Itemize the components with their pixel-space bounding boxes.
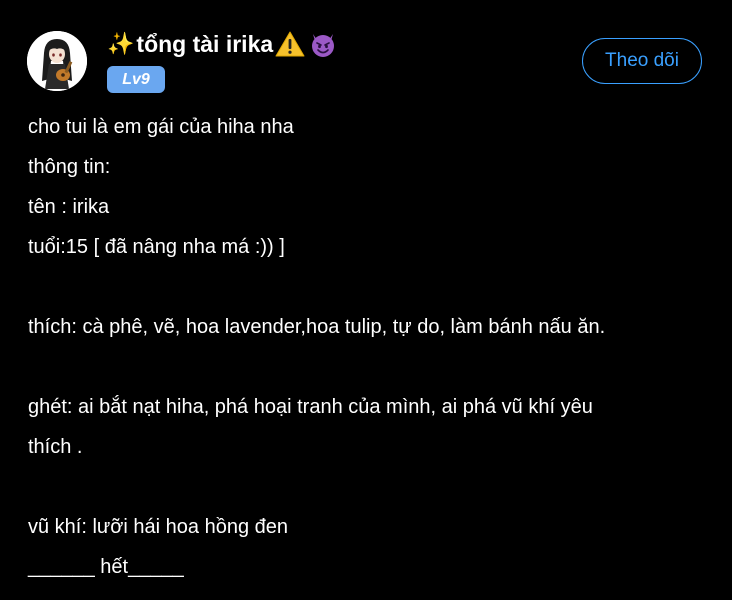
anime-girl-avatar-icon (27, 31, 87, 91)
post-line: tuổi:15 [ đã nâng nha má :)) ] (28, 236, 285, 258)
level-badge: Lv9 (107, 66, 165, 93)
sparkles-icon: ✨ (107, 31, 135, 56)
post-line (28, 267, 718, 307)
post-line: thích . (28, 436, 83, 458)
username[interactable]: ✨ tổng tài irika (107, 26, 337, 62)
post-line (28, 467, 718, 507)
post-line: thông tin: (28, 156, 111, 178)
post-line (28, 347, 718, 387)
follow-button[interactable]: Theo dõi (582, 38, 702, 84)
post-line: vũ khí: lưỡi hái hoa hồng đen (28, 516, 289, 538)
warning-icon (275, 31, 305, 57)
post-line: tên : irika (28, 196, 110, 218)
post-line: thích: cà phê, vẽ, hoa lavender,hoa tuli… (28, 316, 606, 338)
avatar[interactable] (27, 31, 87, 91)
devil-face-icon (312, 34, 335, 57)
post-line: ghét: ai bắt nạt hiha, phá hoại tranh củ… (28, 396, 593, 418)
post-line: ______ hết_____ (28, 556, 184, 578)
post-line: cho tui là em gái của hiha nha (28, 116, 294, 138)
post-body: cho tui là em gái của hiha nha thông tin… (28, 107, 718, 587)
post-header: ✨ tổng tài irika Lv9 Theo dõi (0, 0, 732, 110)
username-text: tổng tài irika (136, 30, 274, 57)
